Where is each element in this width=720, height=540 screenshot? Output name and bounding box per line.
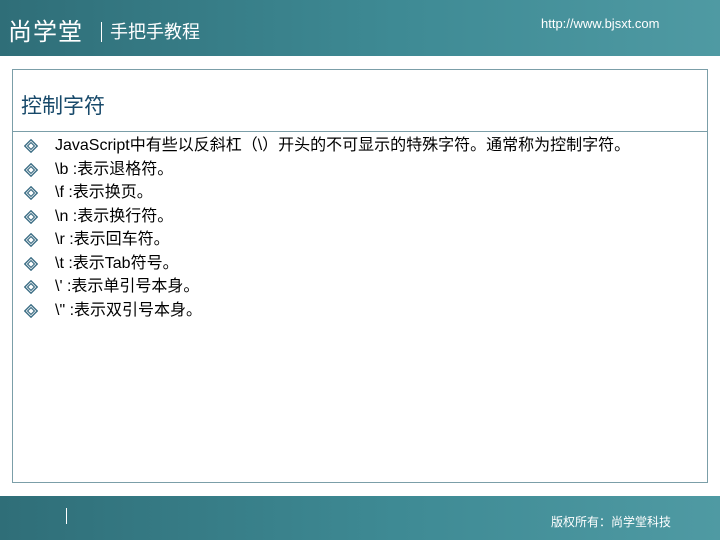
bullet-text: \" :表示双引号本身。 <box>55 301 203 319</box>
bullet-item: \" :表示双引号本身。 <box>13 299 707 323</box>
bullet-item: \n :表示换行符。 <box>13 205 707 229</box>
header-subtitle: 手把手教程 <box>110 22 200 43</box>
diamond-bullet-icon <box>24 233 38 247</box>
header-url: http://www.bjsxt.com <box>541 16 660 31</box>
slide-title-box: 控制字符 <box>13 70 707 132</box>
bullet-item: \t :表示Tab符号。 <box>13 252 707 276</box>
bullet-text: \' :表示单引号本身。 <box>55 278 200 295</box>
bullet-text: \b :表示退格符。 <box>55 160 174 178</box>
bullet-item: \r :表示回车符。 <box>13 228 707 252</box>
brand-logo-text: 尚学堂 <box>8 18 83 46</box>
bullet-text: \f :表示换页。 <box>55 184 153 201</box>
diamond-bullet-icon <box>24 303 38 318</box>
bullet-item: JavaScript中有些以反斜杠（\）开头的不可显示的特殊字符。通常称为控制字… <box>13 134 707 158</box>
diamond-bullet-icon <box>24 162 38 177</box>
diamond-bullet-icon <box>24 209 38 224</box>
diamond-bullet-icon <box>24 186 38 200</box>
footer-bar: 版权所有：尚学堂科技 <box>0 496 720 540</box>
header-bar: 尚学堂 手把手教程 http://www.bjsxt.com <box>0 0 720 56</box>
footer-copyright: 版权所有：尚学堂科技 <box>551 515 672 529</box>
bullet-item: \' :表示单引号本身。 <box>13 275 707 299</box>
bullet-text: \n :表示换行符。 <box>55 207 174 225</box>
diamond-bullet-icon <box>24 280 38 294</box>
bullet-item: \b :表示退格符。 <box>13 158 707 182</box>
bullet-list: JavaScript中有些以反斜杠（\）开头的不可显示的特殊字符。通常称为控制字… <box>13 134 707 322</box>
bullet-text: \r :表示回车符。 <box>55 231 170 248</box>
slide-content-frame: 控制字符 JavaScript中有些以反斜杠（\）开头的不可显示的特殊字符。通常… <box>12 69 708 483</box>
footer-divider <box>66 508 67 524</box>
header-divider <box>101 22 102 42</box>
bullet-text: \t :表示Tab符号。 <box>55 254 179 272</box>
diamond-bullet-icon <box>24 256 38 271</box>
slide-title: 控制字符 <box>21 94 105 118</box>
bullet-item: \f :表示换页。 <box>13 181 707 205</box>
bullet-text: JavaScript中有些以反斜杠（\）开头的不可显示的特殊字符。通常称为控制字… <box>55 137 631 154</box>
diamond-bullet-icon <box>24 139 38 153</box>
